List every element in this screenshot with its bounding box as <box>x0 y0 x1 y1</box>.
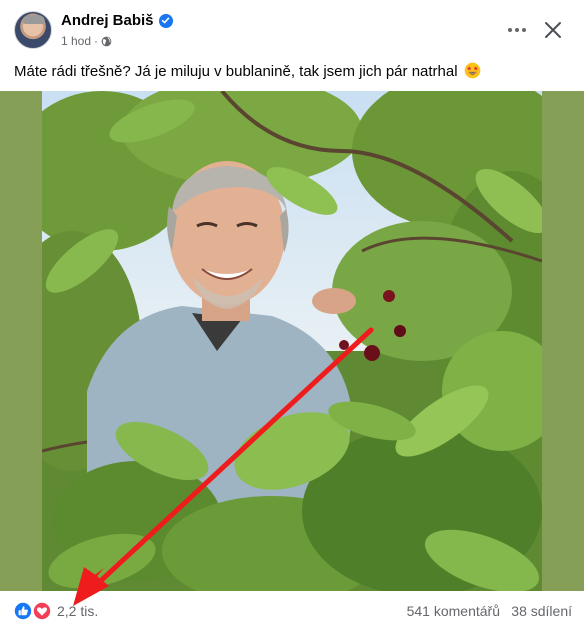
annotation-arrow <box>73 327 374 606</box>
reaction-icons[interactable] <box>14 602 54 620</box>
shares-count[interactable]: 38 sdílení <box>511 603 572 619</box>
like-reaction-icon <box>14 602 32 620</box>
comments-count[interactable]: 541 komentářů <box>407 603 500 619</box>
post-footer: 2,2 tis. 541 komentářů 38 sdílení <box>0 591 584 630</box>
love-reaction-icon <box>33 602 51 620</box>
reaction-count[interactable]: 2,2 tis. <box>57 603 98 619</box>
